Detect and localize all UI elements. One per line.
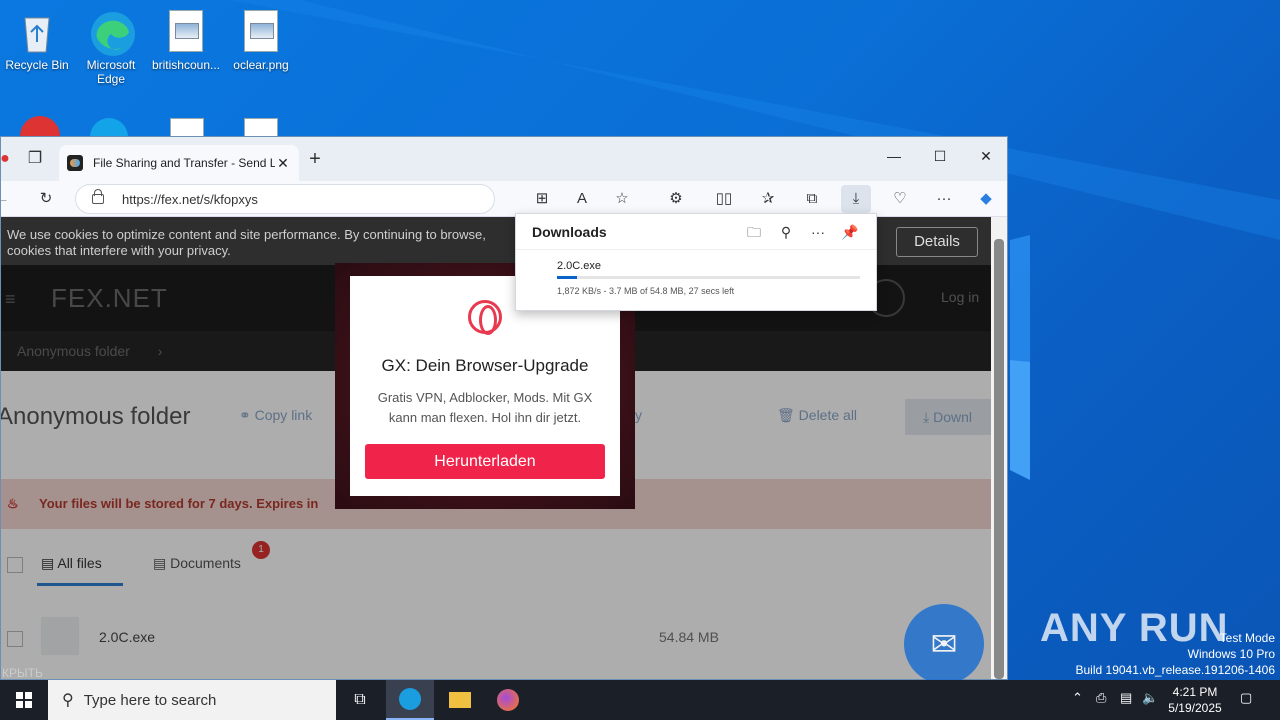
close-button[interactable]: ✕ [963,141,1007,171]
extensions-icon[interactable]: ⚙ [661,185,691,213]
browser-essentials-icon[interactable]: ♡ [885,185,915,213]
browser-window: ● ❐ File Sharing and Transfer - Send L ✕… [0,136,1008,680]
close-tab-icon[interactable]: ✕ [275,155,291,172]
desktop-icon-britishcouncil[interactable]: britishcoun... [150,4,222,72]
desktop-icon-oclear[interactable]: oclear.png [225,4,297,72]
edge-icon [89,10,135,56]
firefox-icon[interactable] [484,680,532,720]
tab-overview-icon[interactable]: ❐ [25,149,45,169]
url-text: https://fex.net/s/kfopxys [122,191,258,207]
collections-icon[interactable]: ⧉ [797,185,827,213]
more-options-icon[interactable]: ··· [806,220,830,244]
tab-fex[interactable]: File Sharing and Transfer - Send L ✕ [59,145,299,181]
pin-icon[interactable]: 📌 [838,220,862,244]
back-icon[interactable]: ← [1,185,17,213]
details-button[interactable]: Details [896,227,978,257]
fex-favicon-icon [67,155,83,171]
network-icon[interactable]: ⎙ [1096,690,1106,706]
mail-icon[interactable]: ✉ [904,604,984,684]
wifi-icon[interactable]: ▤ [1120,690,1132,706]
status-text: КРЫТЬ [2,666,43,680]
notification-icon[interactable]: ▢ [1240,690,1252,706]
more-menu-icon[interactable]: ··· [929,185,959,213]
new-tab-icon[interactable]: + [305,149,325,169]
desktop-icon-partial[interactable] [244,118,278,138]
download-file-name[interactable]: 2.0C.exe [557,260,601,272]
file-explorer-icon[interactable] [436,680,484,720]
tray-chevron-icon[interactable]: ⌃ [1072,690,1083,706]
download-progress-bar [557,276,860,279]
favorites-icon[interactable]: ✰ [753,185,783,213]
download-meta: 1,872 KB/s - 3.7 MB of 54.8 MB, 27 secs … [557,286,735,296]
address-bar[interactable]: https://fex.net/s/kfopxys [75,184,495,214]
downloads-flyout: Downloads 🗀 ⚲ ··· 📌 2.0C.exe 1,872 KB/s … [515,213,877,311]
taskbar-clock[interactable]: 4:21 PM 5/19/2025 [1160,684,1230,716]
minimize-button[interactable]: — [871,141,917,171]
cookie-text: We use cookies to optimize content and s… [7,227,486,258]
desktop-icon-label: Recycle Bin [5,58,69,72]
taskbar-edge-icon[interactable] [386,680,434,720]
desktop-icon-partial[interactable] [170,118,204,138]
desktop-icon-edge[interactable]: Microsoft Edge [75,4,147,86]
favorite-star-icon[interactable]: ☆ [607,185,637,213]
desktop-icon-label: britishcoun... [151,58,221,72]
tab-title: File Sharing and Transfer - Send L [93,156,275,170]
scrollbar-thumb[interactable] [994,239,1004,679]
scrollbar[interactable] [991,217,1007,679]
task-view-icon[interactable]: ⧉ [336,680,384,720]
lock-icon [92,189,104,204]
taskbar: ⚲ Type here to search ⧉ ⌃ ⎙ ▤ 🔈 4:21 PM … [0,680,1280,720]
ad-title: GX: Dein Browser-Upgrade [381,356,589,375]
test-mode-text: Test Mode Windows 10 Pro Build 19041.vb_… [1075,631,1276,677]
taskbar-search[interactable]: ⚲ Type here to search [48,680,336,720]
tab-actions-icon[interactable]: ● [1,149,15,169]
image-file-icon [164,10,208,54]
split-screen-icon[interactable]: ▯▯ [709,185,739,213]
recycle-bin-icon [15,10,59,54]
apps-icon[interactable]: ⊞ [527,185,557,213]
windows-logo-icon [16,692,32,708]
opera-logo-icon [468,300,502,335]
start-button[interactable] [0,680,48,720]
desktop-icon-label: oclear.png [233,58,289,72]
maximize-button[interactable]: ☐ [917,141,963,171]
ad-body: Gratis VPN, Adblocker, Mods. Mit GX kann… [377,390,593,425]
desktop-icon-partial[interactable] [20,116,60,138]
desktop-icon-recycle-bin[interactable]: Recycle Bin [1,4,73,72]
download-progress-fill [557,276,578,279]
address-bar-row: ← ↻ https://fex.net/s/kfopxys ⊞ A ☆ ⚙ ▯▯… [1,181,1007,217]
refresh-icon[interactable]: ↻ [31,185,61,213]
read-aloud-icon[interactable]: A [567,185,597,213]
ad-download-button[interactable]: Herunterladen [365,444,605,479]
search-icon[interactable]: ⚲ [774,220,798,244]
copilot-icon[interactable]: ◆ [971,185,1001,213]
tab-bar: ● ❐ File Sharing and Transfer - Send L ✕… [1,137,1007,181]
image-file-icon [239,10,283,54]
downloads-icon[interactable]: ⤓ [841,185,871,213]
volume-icon[interactable]: 🔈 [1142,690,1158,706]
desktop-icon-label: Microsoft Edge [86,58,136,86]
search-placeholder: Type here to search [83,691,217,709]
open-folder-icon[interactable]: 🗀 [742,220,766,244]
desktop-icon-partial[interactable] [90,118,128,138]
search-icon: ⚲ [62,692,74,709]
